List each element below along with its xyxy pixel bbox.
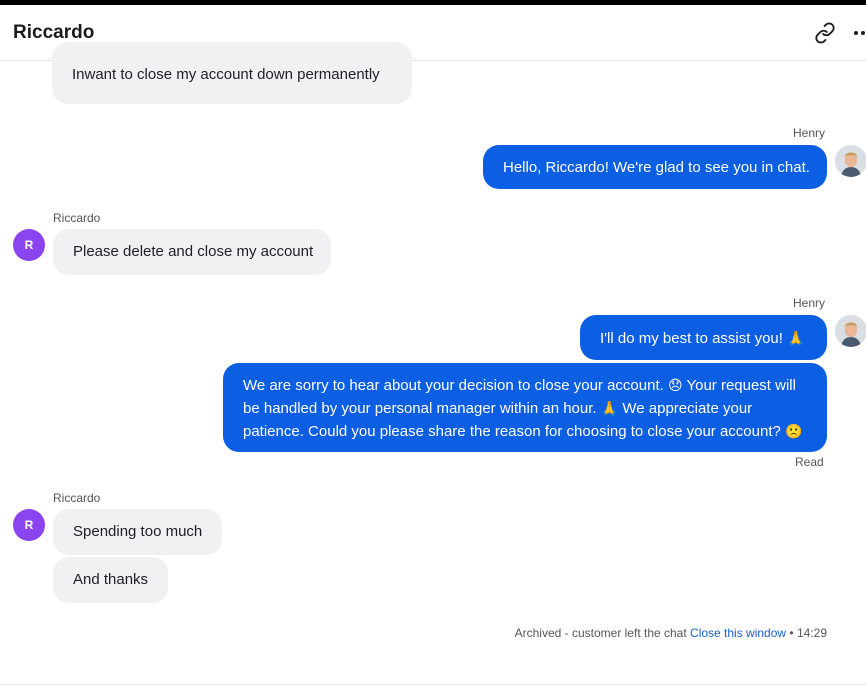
sender-name: Riccardo	[53, 211, 101, 225]
customer-avatar: R	[13, 509, 45, 541]
separator-dot: •	[789, 626, 794, 640]
message-time: 14:29	[796, 626, 827, 640]
close-window-link[interactable]: Close this window	[690, 626, 786, 640]
chat-title: Riccardo	[13, 22, 95, 43]
message-incoming: Please delete and close my account	[53, 229, 331, 275]
message-outgoing: We are sorry to hear about your decision…	[223, 363, 827, 452]
customer-avatar: R	[13, 229, 45, 261]
message-text: I'll do my best to assist you!	[600, 330, 783, 347]
message-text: We are sorry to hear about your decision…	[243, 377, 664, 394]
system-message: Archived - customer left the chat Close …	[515, 626, 827, 640]
sender-name: Henry	[793, 126, 826, 140]
message-text: And thanks	[73, 571, 149, 588]
message-outgoing: Hello, Riccardo! We're glad to see you i…	[483, 145, 827, 189]
message-incoming: And thanks	[53, 557, 168, 603]
pray-emoji: 🙏	[600, 400, 619, 416]
agent-avatar-henry	[835, 315, 866, 347]
composer-divider	[0, 684, 866, 685]
sender-name: Riccardo	[53, 491, 101, 505]
system-text: Archived - customer left the chat	[514, 626, 687, 640]
frowning-emoji: 🙁	[785, 423, 803, 439]
disappointed-emoji: 😞	[667, 377, 683, 393]
agent-avatar-henry	[835, 145, 866, 177]
pray-emoji: 🙏	[787, 330, 805, 346]
more-icon[interactable]	[852, 22, 866, 44]
message-text: Spending too much	[73, 523, 203, 540]
link-icon[interactable]	[814, 22, 836, 44]
message-outgoing: I'll do my best to assist you! 🙏	[580, 315, 827, 360]
message-incoming: Spending too much	[53, 509, 222, 555]
sender-name: Henry	[793, 296, 826, 310]
read-status: Read	[795, 455, 824, 469]
message-incoming: Inwant to close my account down permanen…	[52, 42, 412, 104]
message-text: Hello, Riccardo! We're glad to see you i…	[503, 159, 810, 176]
message-text: Please delete and close my account	[73, 243, 314, 260]
message-text: Inwant to close my account down permanen…	[72, 66, 380, 83]
